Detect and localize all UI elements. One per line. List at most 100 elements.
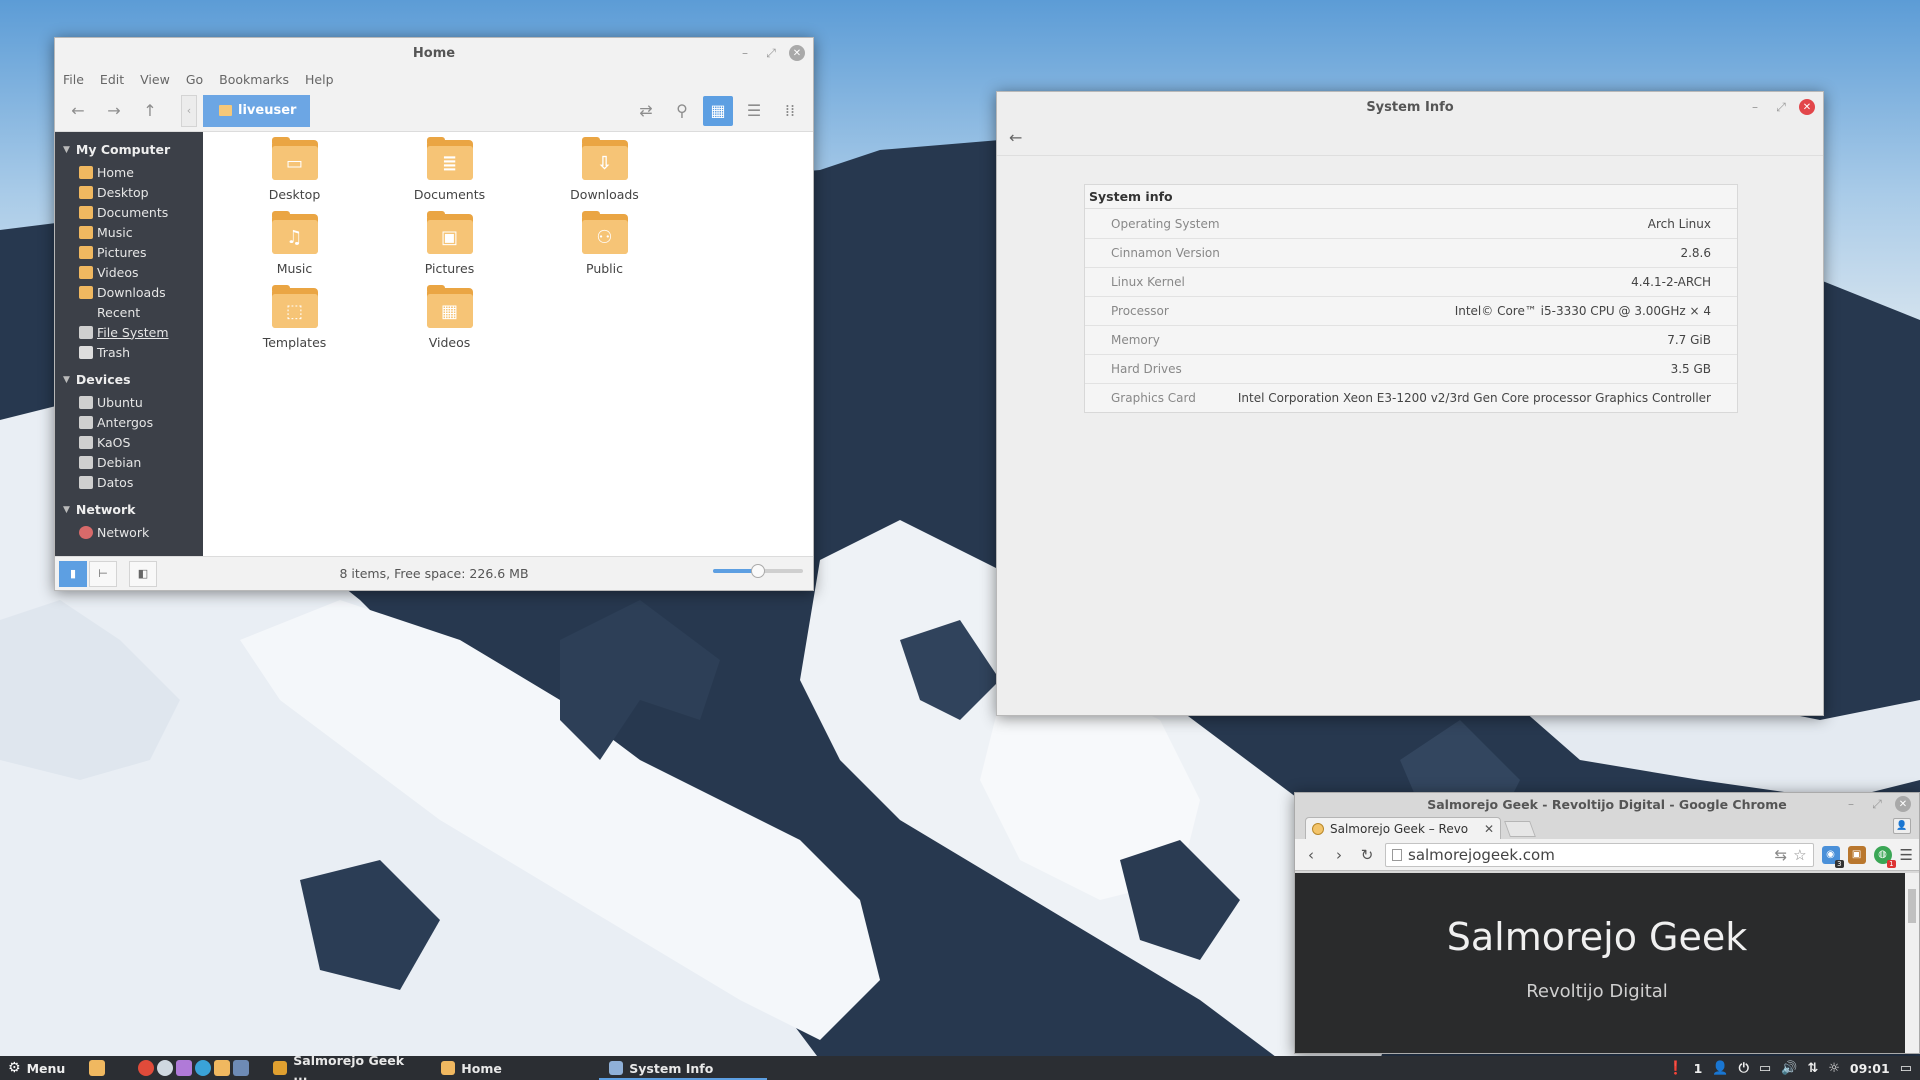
- menu-file[interactable]: File: [63, 72, 84, 87]
- taskbar-window-button[interactable]: System Info: [599, 1056, 768, 1080]
- sidebar-heading-my-computer[interactable]: ▼ My Computer: [55, 138, 203, 162]
- maximize-button[interactable]: ⤢: [1773, 99, 1789, 115]
- site-title[interactable]: Salmorejo Geek: [1295, 915, 1899, 959]
- workspace-icon[interactable]: ▭: [1900, 1061, 1912, 1076]
- close-button[interactable]: ✕: [1895, 796, 1911, 812]
- extension-icon[interactable]: ◍ 1: [1873, 845, 1896, 868]
- user-icon[interactable]: 👤: [1712, 1061, 1728, 1076]
- folder-item-music[interactable]: ♫ Music: [217, 211, 372, 280]
- sidebar-item-kaos[interactable]: KaOS: [55, 432, 203, 452]
- sidebar-item-file-system[interactable]: File System: [55, 322, 203, 342]
- chrome-titlebar[interactable]: Salmorejo Geek - Revoltijo Digital - Goo…: [1295, 793, 1919, 815]
- sidebar-item-recent[interactable]: Recent: [55, 302, 203, 322]
- terminal-launcher-icon[interactable]: [233, 1060, 250, 1076]
- sidebar-item-music[interactable]: Music: [55, 222, 203, 242]
- extension-icon[interactable]: ◉ 3: [1821, 845, 1844, 868]
- menu-icon[interactable]: ☰: [1900, 846, 1913, 864]
- taskbar-window-button[interactable]: Salmorejo Geek ...: [263, 1053, 431, 1080]
- reload-icon[interactable]: ↻: [1357, 846, 1377, 864]
- extension-icon[interactable]: ▣: [1847, 845, 1866, 864]
- web-page[interactable]: Salmorejo Geek Revoltijo Digital: [1295, 873, 1919, 1053]
- menu-edit[interactable]: Edit: [100, 72, 124, 87]
- sidebar-item-downloads[interactable]: Downloads: [55, 282, 203, 302]
- menu-button[interactable]: ⚙ Menu: [0, 1060, 73, 1076]
- new-tab-button[interactable]: [1504, 821, 1536, 837]
- path-button-liveuser[interactable]: liveuser: [203, 94, 311, 127]
- clock[interactable]: 09:01: [1850, 1061, 1890, 1076]
- maximize-button[interactable]: ⤢: [1869, 796, 1885, 812]
- compact-view-icon[interactable]: ⁞⁞: [775, 96, 805, 126]
- sidebar-item-pictures[interactable]: Pictures: [55, 242, 203, 262]
- zoom-slider[interactable]: [713, 564, 803, 578]
- up-arrow-icon[interactable]: ↑: [135, 96, 165, 126]
- profile-icon[interactable]: 👤: [1893, 818, 1911, 834]
- sidebar-item-desktop[interactable]: Desktop: [55, 182, 203, 202]
- sidebar-item-videos[interactable]: Videos: [55, 262, 203, 282]
- bookmark-star-icon[interactable]: ☆: [1793, 846, 1806, 864]
- folder-item-videos[interactable]: ▦ Videos: [372, 285, 527, 354]
- folder-item-downloads[interactable]: ⇩ Downloads: [527, 137, 682, 206]
- sidebar-item-home[interactable]: Home: [55, 162, 203, 182]
- sidebar-item-documents[interactable]: Documents: [55, 202, 203, 222]
- scrollbar-thumb[interactable]: [1908, 889, 1916, 923]
- folder-item-desktop[interactable]: ▭ Desktop: [217, 137, 372, 206]
- folder-item-templates[interactable]: ⬚ Templates: [217, 285, 372, 354]
- alert-icon[interactable]: ❗: [1667, 1061, 1683, 1076]
- chrome-launcher-icon[interactable]: [138, 1060, 155, 1076]
- path-scroll-left-button[interactable]: ‹: [181, 94, 197, 127]
- folder-item-public[interactable]: ⚇ Public: [527, 211, 682, 280]
- folder-item-pictures[interactable]: ▣ Pictures: [372, 211, 527, 280]
- weather-launcher-icon[interactable]: [157, 1060, 174, 1076]
- forward-arrow-icon[interactable]: →: [99, 96, 129, 126]
- brightness-icon[interactable]: ☼: [1828, 1061, 1840, 1076]
- menu-help[interactable]: Help: [305, 72, 334, 87]
- show-desktop-icon[interactable]: [89, 1060, 106, 1076]
- sidebar-heading-network[interactable]: ▼ Network: [55, 498, 203, 522]
- sidebar-item-datos[interactable]: Datos: [55, 472, 203, 492]
- file-view[interactable]: ▭ Desktop ≣ Documents ⇩ Downloads ♫ Music ▣ Pictu…: [203, 132, 813, 556]
- maximize-button[interactable]: ⤢: [763, 45, 779, 61]
- minimize-button[interactable]: –: [1747, 99, 1763, 115]
- show-treeview-button[interactable]: ⊢: [89, 560, 117, 587]
- volume-icon[interactable]: 🔊: [1781, 1061, 1797, 1076]
- sidebar-heading-devices[interactable]: ▼ Devices: [55, 368, 203, 392]
- sidebar-item-ubuntu[interactable]: Ubuntu: [55, 392, 203, 412]
- back-arrow-icon[interactable]: ←: [63, 96, 93, 126]
- network-icon[interactable]: ⇅: [1807, 1061, 1818, 1076]
- back-arrow-icon[interactable]: ←: [1009, 128, 1022, 147]
- zoom-slider-handle[interactable]: [751, 564, 765, 578]
- close-button[interactable]: ✕: [789, 45, 805, 61]
- display-icon[interactable]: ▭: [1759, 1061, 1771, 1076]
- address-bar[interactable]: salmorejogeek.com ⇆ ☆: [1385, 842, 1814, 867]
- icon-view-icon[interactable]: ▦: [703, 95, 733, 126]
- back-icon[interactable]: ‹: [1301, 846, 1321, 864]
- minimize-button[interactable]: –: [1843, 796, 1859, 812]
- menu-go[interactable]: Go: [186, 72, 203, 87]
- menu-bookmarks[interactable]: Bookmarks: [219, 72, 289, 87]
- sidebar-item-debian[interactable]: Debian: [55, 452, 203, 472]
- app-launcher-icon[interactable]: [176, 1060, 193, 1076]
- close-tab-icon[interactable]: ✕: [1484, 822, 1494, 836]
- browser-tab[interactable]: Salmorejo Geek – Revo ✕: [1305, 817, 1501, 839]
- power-icon[interactable]: ⏻: [1739, 1061, 1749, 1076]
- system-info-titlebar[interactable]: System Info – ⤢ ✕: [997, 92, 1823, 122]
- taskbar-window-button[interactable]: Home: [431, 1056, 599, 1080]
- minimize-button[interactable]: –: [737, 45, 753, 61]
- toggle-location-icon[interactable]: ⇄: [631, 96, 661, 126]
- sidebar-item-antergos[interactable]: Antergos: [55, 412, 203, 432]
- translate-icon[interactable]: ⇆: [1775, 846, 1788, 864]
- search-icon[interactable]: ⚲: [667, 96, 697, 126]
- folder-item-documents[interactable]: ≣ Documents: [372, 137, 527, 206]
- menu-view[interactable]: View: [140, 72, 170, 87]
- sidebar-item-trash[interactable]: Trash: [55, 342, 203, 362]
- list-view-icon[interactable]: ☰: [739, 96, 769, 126]
- hide-sidebar-button[interactable]: ◧: [129, 560, 157, 587]
- forward-icon[interactable]: ›: [1329, 846, 1349, 864]
- app-launcher-icon[interactable]: [195, 1060, 212, 1076]
- files-launcher-icon[interactable]: [214, 1060, 231, 1076]
- file-manager-titlebar[interactable]: Home – ⤢ ✕: [55, 38, 813, 68]
- close-button[interactable]: ✕: [1799, 99, 1815, 115]
- scrollbar[interactable]: [1905, 873, 1919, 1053]
- sidebar-item-network[interactable]: Network: [55, 522, 203, 542]
- show-places-button[interactable]: ▮: [59, 560, 87, 587]
